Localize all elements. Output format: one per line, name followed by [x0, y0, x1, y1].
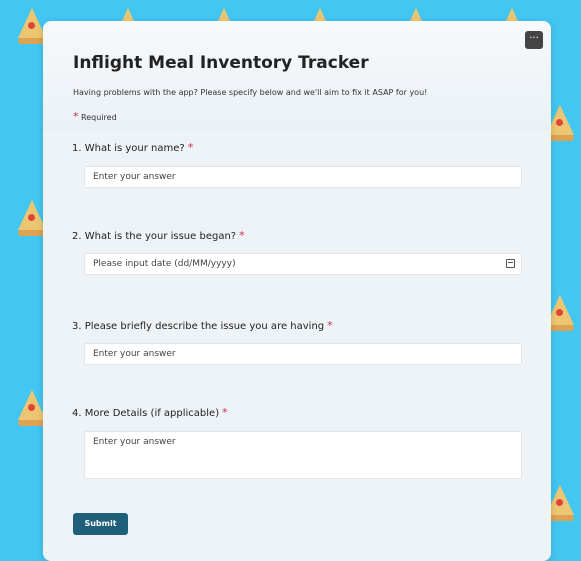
question-number: 4. [72, 408, 82, 419]
more-options-button[interactable]: ··· [525, 31, 543, 49]
name-input[interactable]: Enter your answer [84, 166, 522, 188]
details-placeholder: Enter your answer [93, 437, 176, 447]
question-2-label: 2. What is the your issue began? * [72, 229, 245, 242]
pepperoni-dot [28, 214, 35, 221]
issue-placeholder: Enter your answer [93, 349, 176, 359]
calendar-icon[interactable] [506, 259, 515, 268]
more-details-textarea[interactable]: Enter your answer [84, 431, 522, 479]
name-placeholder: Enter your answer [93, 172, 176, 182]
form-title: Inflight Meal Inventory Tracker [73, 53, 369, 73]
pepperoni-dot [28, 22, 35, 29]
pepperoni-dot [28, 404, 35, 411]
question-number: 3. [72, 321, 82, 332]
form-card: ··· Inflight Meal Inventory Tracker Havi… [43, 21, 551, 561]
date-placeholder: Please input date (dd/MM/yyyy) [93, 259, 236, 269]
required-star: * [222, 406, 228, 419]
pepperoni-dot [556, 119, 563, 126]
pizza-slice-icon [18, 200, 46, 236]
question-text: More Details (if applicable) [84, 408, 220, 419]
pizza-slice-icon [18, 390, 46, 426]
question-number: 1. [72, 143, 82, 154]
question-3-label: 3. Please briefly describe the issue you… [72, 319, 333, 332]
pizza-slice-icon [18, 8, 46, 44]
required-star: * [239, 229, 245, 242]
required-star: * [187, 141, 194, 154]
header-banner [43, 21, 551, 131]
issue-description-input[interactable]: Enter your answer [84, 343, 522, 365]
question-text: Please briefly describe the issue you ar… [84, 321, 325, 332]
submit-button[interactable]: Submit [73, 513, 128, 535]
required-label: Required [81, 113, 117, 122]
required-note: * Required [73, 110, 117, 123]
pepperoni-dot [556, 309, 563, 316]
form-description: Having problems with the app? Please spe… [73, 88, 428, 97]
question-4-label: 4. More Details (if applicable) * [72, 406, 228, 419]
question-text: What is your name? [84, 143, 185, 154]
question-number: 2. [72, 231, 82, 242]
required-star: * [73, 110, 79, 123]
date-input[interactable]: Please input date (dd/MM/yyyy) [84, 253, 522, 275]
question-text: What is the your issue began? [84, 231, 237, 242]
pepperoni-dot [556, 499, 563, 506]
required-star: * [327, 319, 333, 332]
more-horizontal-icon: ··· [529, 33, 539, 44]
question-1-label: 1. What is your name? * [72, 141, 193, 154]
